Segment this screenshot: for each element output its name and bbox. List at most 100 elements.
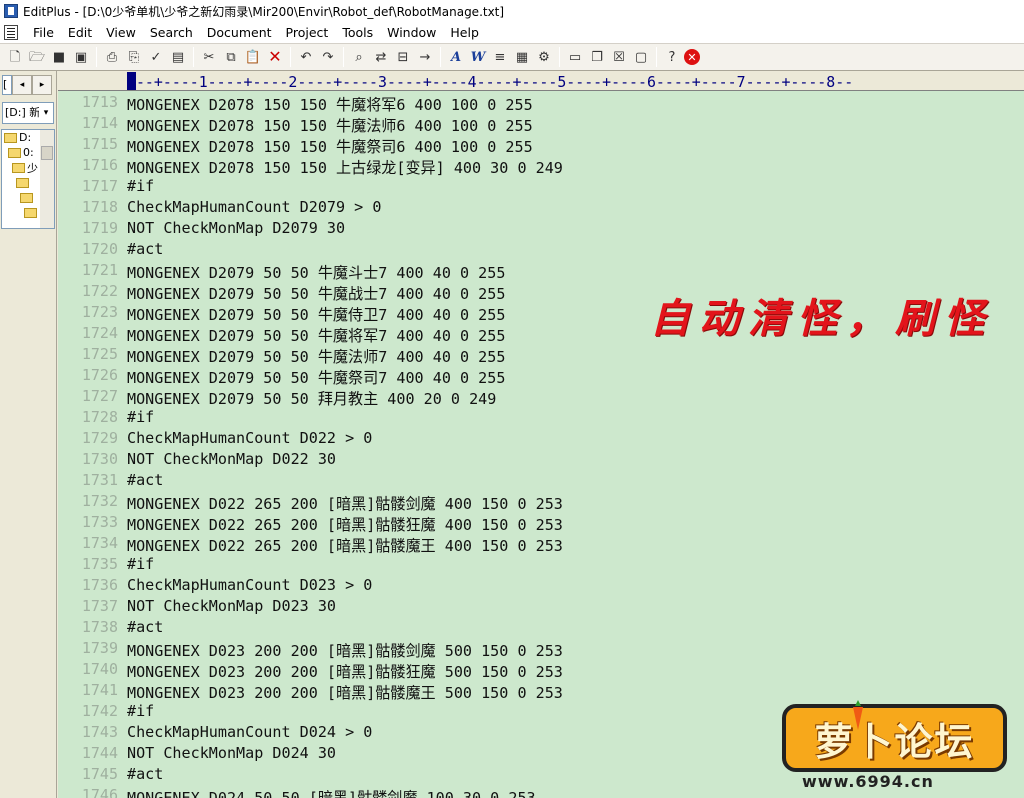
paste-icon[interactable]: 📋 bbox=[243, 47, 263, 67]
code-line[interactable]: #if bbox=[127, 555, 154, 573]
line-number-icon[interactable]: ≡ bbox=[490, 47, 510, 67]
line-number: 1733 bbox=[81, 513, 118, 531]
code-line[interactable]: MONGENEX D022 265 200 [暗黑]骷髅狂魔 400 150 0… bbox=[127, 513, 563, 535]
code-line[interactable]: MONGENEX D2079 50 50 牛魔法师7 400 40 0 255 bbox=[127, 345, 505, 367]
undo-icon[interactable]: ↶ bbox=[296, 47, 316, 67]
folder-icon bbox=[4, 132, 17, 143]
watermark: 萝卜论坛 www.6994.cn bbox=[772, 700, 1012, 794]
line-number: 1713 bbox=[81, 93, 118, 111]
code-line[interactable]: MONGENEX D2079 50 50 牛魔将军7 400 40 0 255 bbox=[127, 324, 505, 346]
code-line[interactable]: MONGENEX D022 265 200 [暗黑]骷髅剑魔 400 150 0… bbox=[127, 492, 563, 514]
scrollbar-thumb[interactable] bbox=[41, 146, 53, 160]
code-line[interactable]: MONGENEX D2079 50 50 牛魔侍卫7 400 40 0 255 bbox=[127, 303, 505, 325]
replace-icon[interactable]: ⇄ bbox=[371, 47, 391, 67]
editor-area[interactable]: 1713 MONGENEX D2078 150 150 牛魔将军6 400 100… bbox=[58, 91, 1024, 798]
code-line[interactable]: CheckMapHumanCount D024 > 0 bbox=[127, 723, 372, 741]
toolbar-separator bbox=[343, 47, 344, 67]
line-number: 1736 bbox=[81, 576, 118, 594]
line-number: 1714 bbox=[81, 114, 118, 132]
code-line[interactable]: NOT CheckMonMap D022 30 bbox=[127, 450, 336, 468]
code-line[interactable]: MONGENEX D022 265 200 [暗黑]骷髅魔王 400 150 0… bbox=[127, 534, 563, 556]
code-line[interactable]: MONGENEX D2078 150 150 牛魔将军6 400 100 0 2… bbox=[127, 93, 533, 115]
line-number: 1732 bbox=[81, 492, 118, 510]
arrow-right-icon[interactable]: ▸ bbox=[32, 75, 52, 95]
code-line[interactable]: NOT CheckMonMap D2079 30 bbox=[127, 219, 345, 237]
drive-select-value: [D:] 新 bbox=[5, 106, 41, 119]
code-line[interactable]: MONGENEX D2078 150 150 牛魔法师6 400 100 0 2… bbox=[127, 114, 533, 136]
code-line[interactable]: NOT CheckMonMap D024 30 bbox=[127, 744, 336, 762]
delete-icon[interactable]: ✕ bbox=[265, 47, 285, 67]
line-number: 1745 bbox=[81, 765, 118, 783]
menu-help[interactable]: Help bbox=[443, 25, 486, 40]
redo-icon[interactable]: ↷ bbox=[318, 47, 338, 67]
code-line[interactable]: #act bbox=[127, 618, 163, 636]
directory-icon[interactable]: ▤ bbox=[168, 47, 188, 67]
code-line[interactable]: MONGENEX D2079 50 50 牛魔战士7 400 40 0 255 bbox=[127, 282, 505, 304]
line-number: 1741 bbox=[81, 681, 118, 699]
title-bar: EditPlus - [D:\0少爷单机\少爷之新幻雨录\Mir200\Envi… bbox=[0, 0, 1024, 22]
close-icon[interactable]: ✕ bbox=[684, 49, 700, 65]
copy-icon[interactable]: ⧉ bbox=[221, 47, 241, 67]
window-list-icon[interactable]: ▢ bbox=[631, 47, 651, 67]
chevron-down-icon[interactable]: ▾ bbox=[39, 103, 53, 123]
spell-check-icon[interactable]: ✓ bbox=[146, 47, 166, 67]
menu-file[interactable]: File bbox=[26, 25, 61, 40]
tree-scrollbar[interactable] bbox=[40, 130, 54, 228]
menu-view[interactable]: View bbox=[99, 25, 143, 40]
word-wrap-icon[interactable]: W bbox=[468, 47, 488, 67]
window-tile-icon[interactable]: ▭ bbox=[565, 47, 585, 67]
code-line[interactable]: MONGENEX D2079 50 50 牛魔斗士7 400 40 0 255 bbox=[127, 261, 505, 283]
find-icon[interactable]: ⌕ bbox=[349, 47, 369, 67]
line-number: 1728 bbox=[81, 408, 118, 426]
code-line[interactable]: #act bbox=[127, 240, 163, 258]
line-number: 1723 bbox=[81, 303, 118, 321]
code-line[interactable]: #if bbox=[127, 177, 154, 195]
code-line[interactable]: CheckMapHumanCount D2079 > 0 bbox=[127, 198, 381, 216]
column-select-icon[interactable]: ▦ bbox=[512, 47, 532, 67]
code-line[interactable]: #act bbox=[127, 765, 163, 783]
new-file-icon[interactable]: 🗋 bbox=[5, 47, 25, 67]
print-preview-icon[interactable]: ⎙ bbox=[102, 47, 122, 67]
code-line[interactable]: MONGENEX D2078 150 150 牛魔祭司6 400 100 0 2… bbox=[127, 135, 533, 157]
column-ruler: ---+----1----+----2----+----3----+----4-… bbox=[58, 71, 1024, 91]
code-line[interactable]: MONGENEX D023 200 200 [暗黑]骷髅魔王 500 150 0… bbox=[127, 681, 563, 703]
code-line[interactable]: MONGENEX D024 50 50 [暗黑]骷髅剑魔 100 30 0 25… bbox=[127, 786, 536, 798]
code-line[interactable]: MONGENEX D023 200 200 [暗黑]骷髅剑魔 500 150 0… bbox=[127, 639, 563, 661]
settings-icon[interactable]: ⚙ bbox=[534, 47, 554, 67]
code-line[interactable]: MONGENEX D2078 150 150 上古绿龙[变异] 400 30 0… bbox=[127, 156, 563, 178]
code-line[interactable]: MONGENEX D2079 50 50 拜月教主 400 20 0 249 bbox=[127, 387, 496, 409]
window-close-icon[interactable]: ☒ bbox=[609, 47, 629, 67]
code-line[interactable]: #if bbox=[127, 408, 154, 426]
panel-tab[interactable]: [ bbox=[2, 75, 12, 95]
drive-select[interactable]: [D:] 新 ▾ bbox=[2, 102, 54, 124]
tree-item-label: 少 bbox=[27, 161, 38, 175]
font-icon[interactable]: A bbox=[446, 47, 466, 67]
toolbar-separator bbox=[193, 47, 194, 67]
menu-project[interactable]: Project bbox=[279, 25, 336, 40]
menu-edit[interactable]: Edit bbox=[61, 25, 99, 40]
code-line[interactable]: CheckMapHumanCount D023 > 0 bbox=[127, 576, 372, 594]
window-cascade-icon[interactable]: ❐ bbox=[587, 47, 607, 67]
code-line[interactable]: #act bbox=[127, 471, 163, 489]
help-icon[interactable]: ? bbox=[662, 47, 682, 67]
find-in-files-icon[interactable]: ⊟ bbox=[393, 47, 413, 67]
code-line[interactable]: CheckMapHumanCount D022 > 0 bbox=[127, 429, 372, 447]
save-all-icon[interactable]: ▣ bbox=[71, 47, 91, 67]
directory-tree[interactable]: D: 0: 少 bbox=[1, 129, 55, 229]
menu-tools[interactable]: Tools bbox=[335, 25, 380, 40]
go-to-line-icon[interactable]: → bbox=[415, 47, 435, 67]
code-line[interactable]: #if bbox=[127, 702, 154, 720]
save-icon[interactable]: ■ bbox=[49, 47, 69, 67]
arrow-left-icon[interactable]: ◂ bbox=[12, 75, 32, 95]
cut-icon[interactable]: ✂ bbox=[199, 47, 219, 67]
menu-window[interactable]: Window bbox=[380, 25, 443, 40]
document-icon[interactable] bbox=[4, 25, 18, 40]
code-line[interactable]: MONGENEX D023 200 200 [暗黑]骷髅狂魔 500 150 0… bbox=[127, 660, 563, 682]
print-icon[interactable]: ⎘ bbox=[124, 47, 144, 67]
menu-document[interactable]: Document bbox=[200, 25, 279, 40]
code-line[interactable]: NOT CheckMonMap D023 30 bbox=[127, 597, 336, 615]
line-number: 1735 bbox=[81, 555, 118, 573]
menu-search[interactable]: Search bbox=[143, 25, 200, 40]
code-line[interactable]: MONGENEX D2079 50 50 牛魔祭司7 400 40 0 255 bbox=[127, 366, 505, 388]
open-folder-icon[interactable]: 🗁 bbox=[27, 47, 47, 67]
